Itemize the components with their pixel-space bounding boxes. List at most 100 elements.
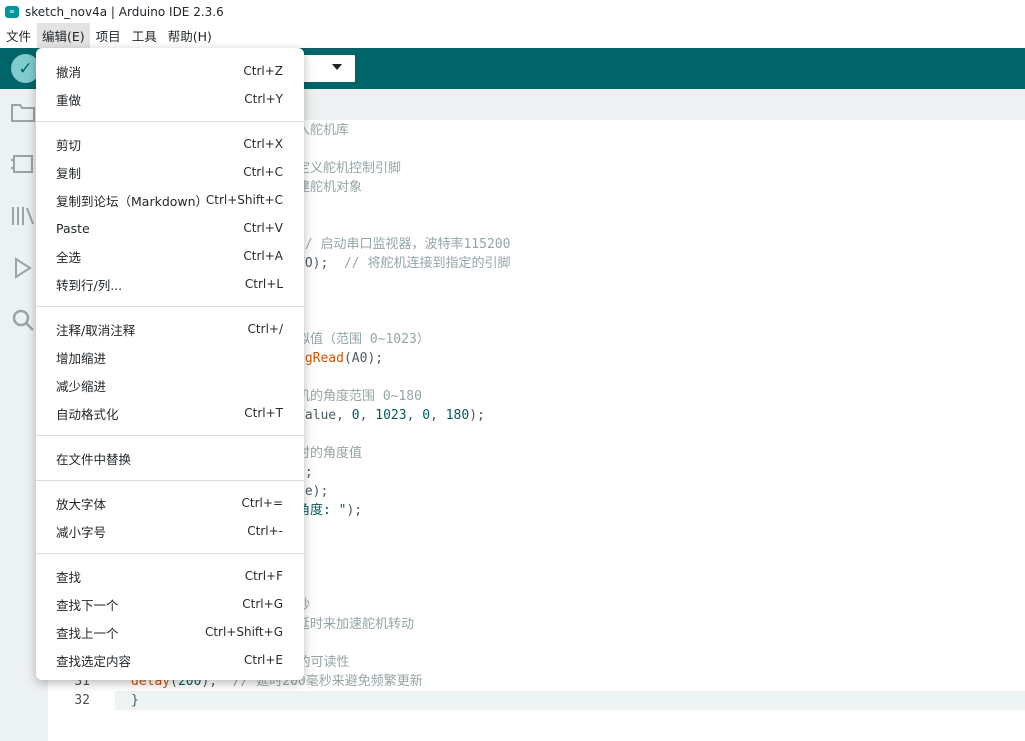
library-icon[interactable] (10, 203, 36, 229)
window-title: sketch_nov4a | Arduino IDE 2.3.6 (25, 4, 224, 19)
code-line: Value, 0, 1023, 0, 180); (297, 406, 485, 425)
menu-item-shortcut: Ctrl+T (244, 406, 283, 420)
code-line: 建舵机对象 (297, 178, 362, 197)
menu-separator (36, 435, 304, 436)
code-token: , (430, 408, 446, 423)
menu-item[interactable]: 重做 Ctrl+Y (36, 85, 304, 113)
title-bar: ∞ sketch_nov4a | Arduino IDE 2.3.6 (0, 0, 1025, 23)
menu-item[interactable]: 查找上一个 Ctrl+Shift+G (36, 618, 304, 646)
menu-item[interactable]: 复制 Ctrl+C (36, 158, 304, 186)
menu-item[interactable]: 全选 Ctrl+A (36, 242, 304, 270)
code-token: 延时来加速舵机转动 (297, 617, 415, 632)
menu-item-shortcut: Ctrl+E (244, 653, 283, 667)
menu-separator (36, 480, 304, 481)
code-line: 角度: "); (297, 501, 362, 520)
menu-sketch[interactable]: 项目 (91, 23, 126, 48)
menu-item[interactable]: 查找下一个 Ctrl+G (36, 590, 304, 618)
code-line: 机的角度范围 0~180 (297, 387, 422, 406)
menu-item-shortcut: Ctrl+Z (243, 64, 283, 78)
menu-item-label: 减少缩进 (56, 378, 107, 394)
menu-item-label: 在文件中替换 (56, 451, 132, 467)
code-token: 1023 (375, 408, 407, 423)
chevron-down-icon (332, 64, 342, 70)
menu-item-shortcut: Ctrl+Shift+C (205, 193, 283, 207)
menu-item-shortcut: Ctrl+/ (247, 322, 283, 336)
debug-icon[interactable] (10, 255, 36, 281)
code-line: } (131, 691, 139, 710)
menu-item-label: 复制到论坛（Markdown） (56, 193, 209, 209)
menu-item-shortcut: Ctrl+A (243, 249, 283, 263)
menu-item-shortcut: Ctrl+- (247, 524, 283, 538)
menu-item-label: 查找上一个 (56, 625, 119, 641)
current-line-highlight (115, 691, 1025, 710)
menu-item[interactable]: 放大字体 Ctrl+= (36, 489, 304, 517)
menu-item-label: 复制 (56, 165, 82, 181)
menu-edit[interactable]: 编辑(E) (37, 23, 90, 48)
edit-menu-dropdown: 撤消 Ctrl+Z 重做 Ctrl+Y 剪切 Ctrl+X 复制 Ctrl+C 复制到论坛（Ma… (36, 48, 304, 680)
code-token: 入舵机库 (297, 123, 350, 138)
menu-item[interactable]: 自动格式化 Ctrl+T (36, 399, 304, 427)
menu-item-shortcut: Ctrl+Shift+G (204, 625, 283, 639)
menu-item[interactable]: 转到行/列... Ctrl+L (36, 270, 304, 298)
menu-item[interactable]: 复制到论坛（Markdown） Ctrl+Shift+C (36, 186, 304, 214)
menu-separator (36, 121, 304, 122)
code-line: 定义舵机控制引脚 (297, 159, 401, 178)
menu-item-label: 减小字号 (56, 524, 107, 540)
menu-item-label: 全选 (56, 249, 82, 265)
code-line: 拟值（范围 0~1023） (297, 330, 430, 349)
menu-item-label: Paste (56, 220, 90, 236)
menu-item-label: 查找 (56, 569, 82, 585)
code-token: 角度: " (297, 503, 347, 518)
menu-item[interactable]: 注释/取消注释 Ctrl+/ (36, 315, 304, 343)
menu-tools[interactable]: 工具 (127, 23, 162, 48)
code-token: // 启动串口监视器，波特率115200 (297, 237, 511, 252)
code-token: } (131, 693, 139, 708)
menu-item-label: 查找下一个 (56, 597, 119, 613)
folder-icon[interactable] (10, 99, 36, 125)
checkmark-icon: ✓ (18, 58, 33, 79)
menu-item-label: 注释/取消注释 (56, 322, 136, 338)
code-token: ); (346, 503, 363, 518)
menu-item-shortcut: Ctrl+V (243, 221, 283, 235)
menu-item[interactable]: 增加缩进 (36, 343, 304, 371)
menu-item-shortcut: Ctrl+F (244, 569, 283, 583)
menu-item[interactable]: 剪切 Ctrl+X (36, 130, 304, 158)
code-token: 定义舵机控制引脚 (297, 161, 402, 176)
search-icon[interactable] (10, 307, 36, 333)
menu-item[interactable]: 查找 Ctrl+F (36, 562, 304, 590)
menu-separator (36, 553, 304, 554)
code-token: 拟值（范围 0~1023） (297, 332, 430, 347)
code-token: // 将舵机连接到指定的引脚 (343, 256, 511, 271)
menu-item-label: 增加缩进 (56, 350, 107, 366)
menu-item-shortcut: Ctrl+= (241, 496, 283, 510)
code-line: VO); // 将舵机连接到指定的引脚 (297, 254, 510, 273)
code-token: 180 (445, 408, 470, 423)
menu-item-shortcut: Ctrl+C (243, 165, 283, 179)
code-token: 时的角度值 (297, 446, 363, 461)
menu-item-shortcut: Ctrl+X (243, 137, 283, 151)
menu-item[interactable]: 撤消 Ctrl+Z (36, 57, 304, 85)
menu-item[interactable]: 减少缩进 (36, 371, 304, 399)
code-token: (A0); (343, 351, 384, 366)
menu-item-label: 剪切 (56, 137, 82, 153)
board-icon[interactable] (10, 151, 36, 177)
menu-item-label: 自动格式化 (56, 406, 119, 422)
board-selector[interactable] (296, 55, 355, 82)
menu-item[interactable]: 减小字号 Ctrl+- (36, 517, 304, 545)
code-line: 入舵机库 (297, 121, 349, 140)
menu-file[interactable]: 文件 (1, 23, 36, 48)
code-token: 建舵机对象 (297, 180, 363, 195)
menu-item-shortcut: Ctrl+G (242, 597, 283, 611)
code-token: 0 (351, 408, 360, 423)
menu-item[interactable]: 查找选定内容 Ctrl+E (36, 646, 304, 674)
code-token: , (359, 408, 376, 423)
menu-bar: 文件 编辑(E) 项目 工具 帮助(H) (0, 23, 1025, 48)
code-line: ogRead(A0); (297, 349, 383, 368)
code-token: ogRead (297, 351, 344, 366)
menu-item-label: 撤消 (56, 64, 82, 80)
code-token: , (406, 408, 423, 423)
menu-item[interactable]: 在文件中替换 (36, 444, 304, 472)
menu-help[interactable]: 帮助(H) (163, 23, 217, 48)
menu-item[interactable]: Paste Ctrl+V (36, 214, 304, 242)
menu-item-shortcut: Ctrl+Y (244, 92, 283, 106)
